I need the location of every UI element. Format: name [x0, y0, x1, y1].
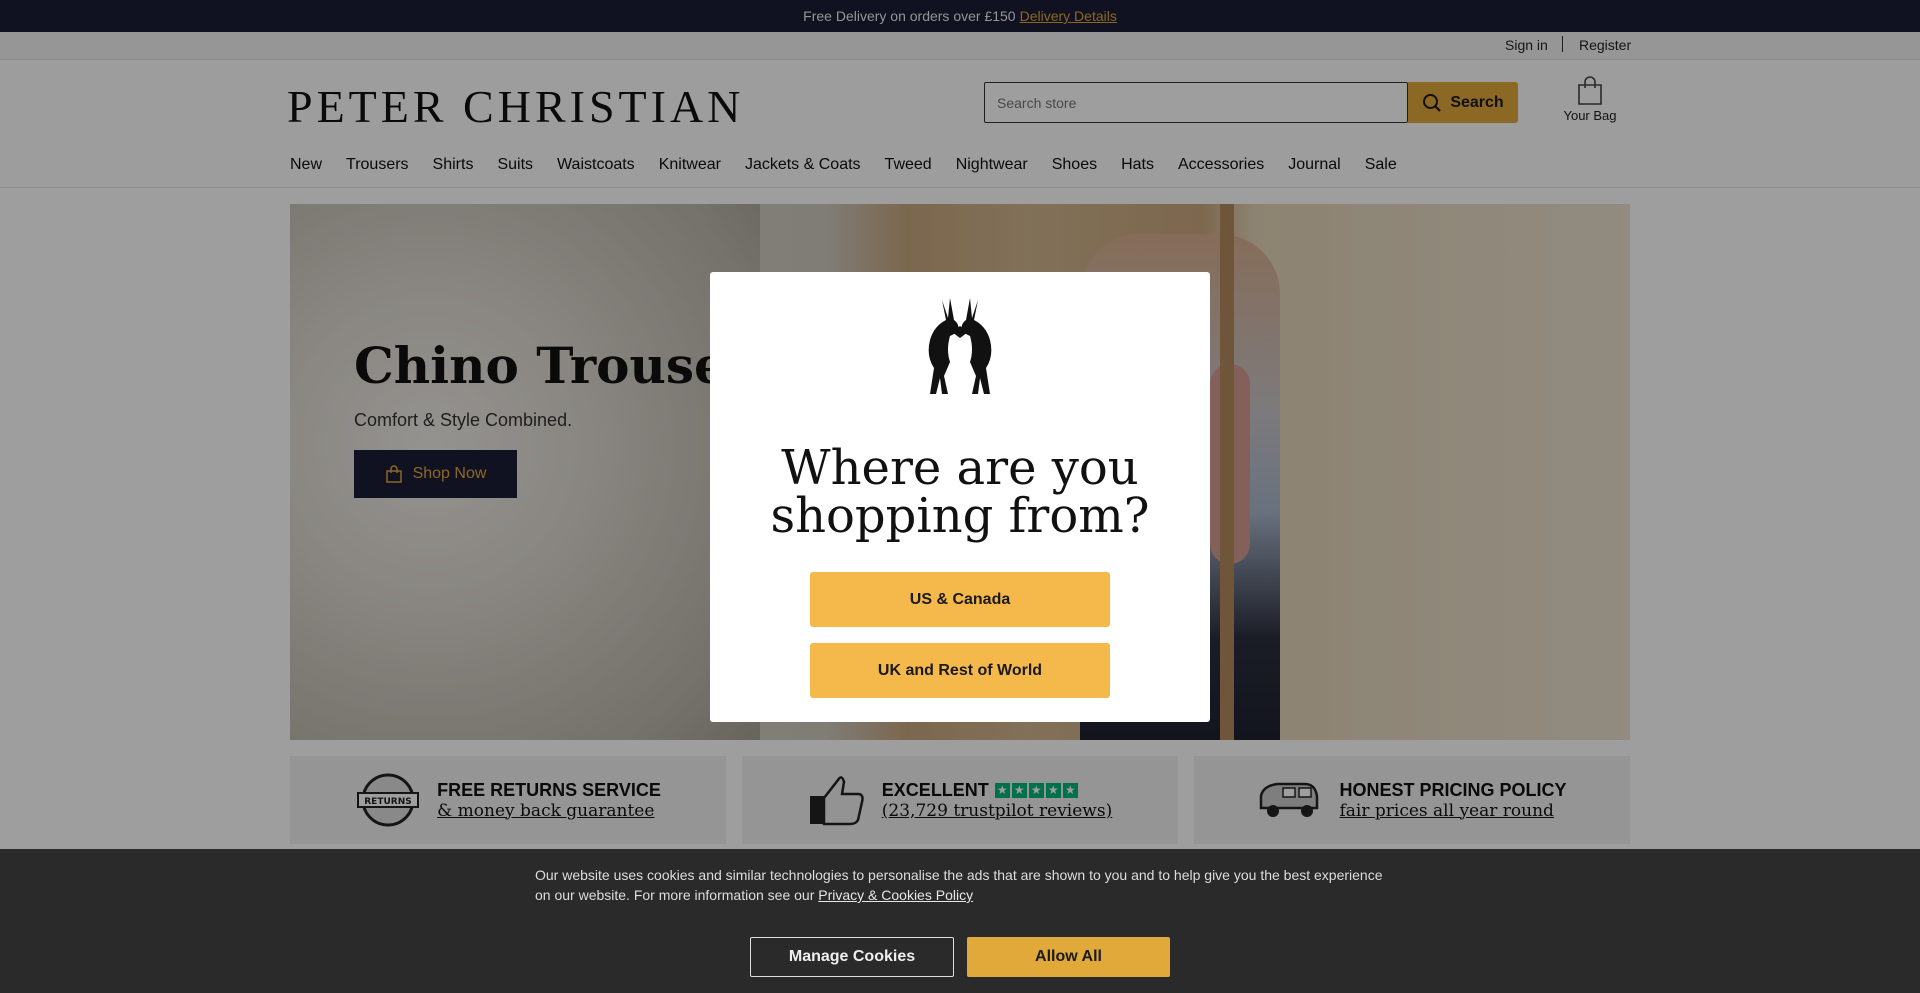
allow-all-cookies-button[interactable]: Allow All — [967, 937, 1170, 977]
region-us-canada-button[interactable]: US & Canada — [810, 572, 1110, 627]
modal-heading-line2: shopping from? — [770, 488, 1150, 544]
boxing-hares-logo-icon — [928, 298, 992, 394]
cookie-banner: Our website uses cookies and similar tec… — [0, 849, 1920, 993]
modal-heading: Where are you shopping from? — [710, 444, 1210, 540]
region-uk-rest-of-world-button[interactable]: UK and Rest of World — [810, 643, 1110, 698]
privacy-policy-link[interactable]: Privacy & Cookies Policy — [818, 887, 973, 903]
region-modal: Where are you shopping from? US & Canada… — [710, 272, 1210, 722]
cookie-notice-text: Our website uses cookies and similar tec… — [535, 865, 1385, 905]
manage-cookies-button[interactable]: Manage Cookies — [750, 937, 954, 977]
